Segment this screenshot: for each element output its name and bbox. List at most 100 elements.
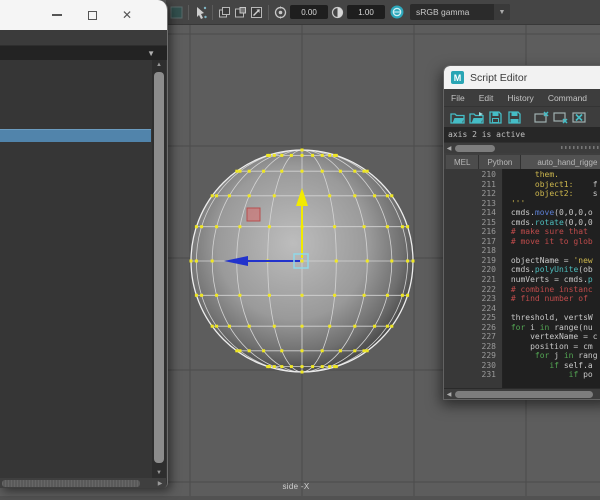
status-line-toolbar: 0.00 1.00 sRGB gamma ▼ bbox=[166, 0, 600, 25]
tab-auto-hand-rigger[interactable]: auto_hand_rigge bbox=[521, 155, 600, 169]
code-line: objectName = 'new bbox=[506, 255, 593, 265]
save-script-icon[interactable] bbox=[488, 110, 503, 124]
left-panel-window: ✕ ▼ ▲ ▼ ▶ bbox=[0, 0, 168, 488]
scrollbar-thumb[interactable] bbox=[455, 145, 495, 152]
color-management-icon[interactable] bbox=[390, 5, 404, 19]
code-pane[interactable]: them. object1: f object2: s ''' cmds.mov… bbox=[503, 169, 600, 388]
scroll-left-icon[interactable]: ◀ bbox=[444, 389, 454, 399]
tab-mel[interactable]: MEL bbox=[446, 155, 480, 169]
scroll-down-icon[interactable]: ▼ bbox=[152, 468, 166, 478]
line-number: 214 bbox=[481, 208, 496, 218]
script-editor-toolbar bbox=[444, 107, 600, 127]
view-transform-dropdown[interactable]: sRGB gamma ▼ bbox=[410, 4, 510, 20]
line-number: 212 bbox=[481, 189, 496, 199]
scrollbar-thumb[interactable] bbox=[154, 72, 164, 463]
code-line: if self.a bbox=[549, 360, 593, 370]
scroll-up-icon[interactable]: ▲ bbox=[152, 60, 166, 70]
line-number: 215 bbox=[481, 217, 496, 227]
close-button[interactable]: ✕ bbox=[121, 9, 133, 21]
left-window-titlebar[interactable]: ✕ bbox=[0, 0, 167, 30]
gamma-contrast-icon[interactable] bbox=[331, 6, 344, 19]
code-horizontal-scrollbar[interactable]: ◀ bbox=[444, 388, 600, 399]
source-script-icon[interactable] bbox=[469, 111, 484, 124]
maya-logo-icon: M bbox=[451, 71, 464, 84]
code-line: if po bbox=[568, 370, 593, 380]
scroll-right-icon[interactable]: ▶ bbox=[154, 478, 166, 488]
code-line: object2: s bbox=[506, 189, 598, 199]
selected-list-item[interactable] bbox=[0, 129, 151, 142]
horizontal-scrollbar[interactable]: ▶ bbox=[0, 478, 166, 488]
maximize-button[interactable] bbox=[86, 9, 98, 21]
line-number: 213 bbox=[481, 198, 496, 208]
toolbar-separator bbox=[212, 4, 213, 20]
line-number: 223 bbox=[481, 294, 496, 304]
code-line: threshold, vertsW bbox=[506, 313, 593, 323]
line-number: 210 bbox=[481, 170, 496, 179]
highlighted-face[interactable] bbox=[246, 207, 261, 222]
code-line: # combine instanc bbox=[506, 284, 593, 294]
gamma-field[interactable]: 1.00 bbox=[347, 5, 385, 19]
code-line: # make sure that bbox=[506, 227, 593, 237]
script-editor-window: M Script Editor File Edit History Comman… bbox=[443, 65, 600, 400]
clear-input-icon[interactable] bbox=[534, 110, 549, 124]
window-title: Script Editor bbox=[470, 71, 528, 84]
line-number: 220 bbox=[481, 265, 496, 275]
toolbar-separator bbox=[268, 4, 269, 20]
exposure-icon[interactable] bbox=[274, 6, 287, 19]
line-number: 211 bbox=[481, 179, 496, 189]
minimize-button[interactable] bbox=[51, 9, 63, 21]
script-editor-titlebar[interactable]: M Script Editor bbox=[444, 66, 600, 89]
code-line: # move it to glob bbox=[506, 236, 593, 246]
vertical-scrollbar[interactable]: ▲ ▼ bbox=[152, 60, 166, 478]
camera-label: side -X bbox=[282, 482, 310, 491]
menu-command[interactable]: Command bbox=[541, 93, 594, 103]
save-script-as-icon[interactable] bbox=[507, 110, 522, 124]
open-script-icon[interactable] bbox=[450, 111, 465, 124]
exposure-field[interactable]: 0.00 bbox=[290, 5, 328, 19]
script-output-pane[interactable]: axis 2 is active bbox=[444, 127, 600, 142]
snap-cursor-icon[interactable] bbox=[194, 6, 207, 19]
code-line: # find number of bbox=[506, 294, 593, 304]
code-editor[interactable]: 210 211 212 213 214 215 216 217 218 219 220 221 222 2… bbox=[444, 169, 600, 388]
maya-application: side -X 0.00 1.00 sRGB gamma ▼ ✕ ▼ ▲ ▼ ▶… bbox=[0, 0, 600, 500]
chevron-down-icon[interactable]: ▼ bbox=[494, 4, 510, 20]
highlight-selection-icon[interactable] bbox=[170, 6, 183, 19]
left-window-list[interactable] bbox=[0, 60, 151, 478]
code-line: vertexName = c bbox=[506, 332, 598, 342]
toolbar-separator bbox=[188, 4, 189, 20]
code-line: them. bbox=[506, 170, 559, 179]
line-number: 219 bbox=[481, 255, 496, 265]
clear-output-icon[interactable] bbox=[553, 111, 568, 124]
scrollbar-thumb[interactable] bbox=[2, 479, 140, 487]
code-line: position = cm bbox=[506, 341, 593, 351]
menu-help[interactable]: Help bbox=[594, 93, 600, 103]
code-line: cmds.move(0,0,0,o bbox=[506, 208, 593, 218]
chevron-down-icon[interactable]: ▼ bbox=[147, 49, 155, 58]
viewport-bottom-edge bbox=[0, 496, 600, 500]
clear-all-icon[interactable] bbox=[572, 111, 587, 124]
line-number: 231 bbox=[481, 370, 496, 380]
left-window-filter-dropdown[interactable]: ▼ bbox=[0, 46, 167, 60]
line-number: 218 bbox=[481, 246, 496, 256]
script-editor-tabs: MEL Python auto_hand_rigge bbox=[444, 153, 600, 169]
line-number: 221 bbox=[481, 275, 496, 285]
output-horizontal-scrollbar[interactable]: ◀ bbox=[444, 142, 600, 153]
menu-edit[interactable]: Edit bbox=[472, 93, 501, 103]
diagonal-arrow-square-icon[interactable] bbox=[250, 6, 263, 19]
pane-splitter-handle[interactable] bbox=[561, 146, 600, 149]
scrollbar-thumb[interactable] bbox=[455, 391, 593, 398]
line-number: 224 bbox=[481, 303, 496, 313]
locked-square-icon[interactable] bbox=[234, 6, 247, 19]
menu-file[interactable]: File bbox=[444, 93, 472, 103]
tab-python[interactable]: Python bbox=[479, 155, 522, 169]
code-line: for j in rang bbox=[534, 351, 598, 361]
line-number: 217 bbox=[481, 236, 496, 246]
line-number: 226 bbox=[481, 322, 496, 332]
maximize-icon bbox=[87, 10, 97, 20]
overlapping-squares-icon[interactable] bbox=[218, 6, 231, 19]
script-editor-menubar: File Edit History Command Help bbox=[444, 89, 600, 107]
menu-history[interactable]: History bbox=[500, 93, 540, 103]
scroll-left-icon[interactable]: ◀ bbox=[444, 143, 454, 154]
